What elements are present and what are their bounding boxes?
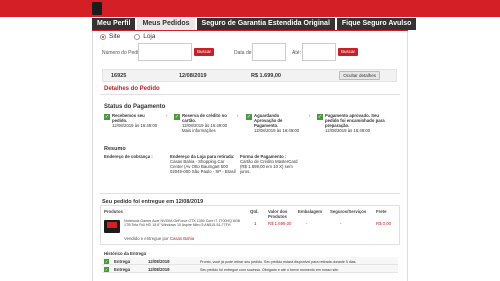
date-to-label: Até: [292, 49, 301, 56]
step-title: Recebemos seu pedido. [112, 113, 145, 123]
date-search-button[interactable]: Buscar [338, 48, 359, 56]
history-row: ✓ Entrega 12/08/2019 Pronto, você já pod… [102, 257, 398, 265]
check-icon: ✓ [104, 114, 110, 120]
product-packaging: - [306, 221, 308, 226]
payment-method: Forma de Pagamento : Cartão de Crédito M… [240, 154, 298, 174]
date-to-input[interactable] [302, 43, 336, 61]
radio-site-dot[interactable] [100, 33, 106, 40]
step-title: Aguardando Aprovação de Pagamento. [254, 113, 283, 128]
col-seguros: Seguros/Serviços [330, 209, 367, 214]
tab-garantia-estendida[interactable]: Seguro de Garantia Estendida Original [196, 18, 335, 30]
product-qty: 1 [254, 221, 257, 226]
history-message: Seu pedido foi entregue com sucesso. Obr… [200, 267, 340, 272]
tab-meu-perfil[interactable]: Meu Perfil [92, 18, 136, 30]
seller-prefix: Vendido e entregue por [124, 236, 169, 241]
radio-loja-label: Loja [143, 33, 156, 40]
more-info-link[interactable]: Mais informações [182, 128, 216, 133]
check-icon: ✓ [174, 114, 180, 120]
payment-status-steps: ✓ Recebemos seu pedido. 12/08/2019 às 16:… [104, 113, 399, 143]
tab-fique-seguro[interactable]: Fique Seguro Avulso [336, 18, 417, 30]
step-title: Reserva de crédito no cartão. [182, 113, 227, 123]
history-status: Entrega [114, 267, 130, 272]
col-embalagem: Embalagem [298, 209, 323, 214]
brand-logo[interactable] [92, 2, 102, 15]
radio-site-label: Site [109, 33, 121, 40]
search-button[interactable]: Buscar [194, 48, 215, 56]
store-address: Endereço da Loja para retirada: Casas Ba… [170, 154, 236, 174]
check-icon: ✓ [104, 258, 109, 264]
hide-details-button[interactable]: Ocultar detalhes [339, 71, 380, 80]
product-value: R$ 1.699,00 [268, 221, 292, 226]
tab-meus-pedidos[interactable]: Meus Pedidos [137, 18, 195, 30]
arrow-right-icon: › [309, 113, 311, 118]
col-valor: Valor dos Produtos [268, 209, 288, 219]
seller-link[interactable]: Casas Bahia [170, 236, 194, 241]
account-tabs: Meu Perfil Meus Pedidos Seguro de Garant… [92, 18, 417, 30]
summary-title: Resumo [104, 146, 126, 152]
product-insurance: - [340, 221, 342, 226]
history-row: ✓ Entrega 12/08/2019 Seu pedido foi entr… [102, 265, 398, 273]
history-date: 12/08/2019 [148, 259, 170, 264]
radio-loja[interactable]: Loja [134, 33, 156, 40]
order-number: 16925 [111, 73, 127, 79]
order-number-input[interactable] [138, 43, 192, 61]
payment-line: juros. [240, 169, 251, 174]
step-time: 12/08/2019 às 16:49:00 [254, 128, 300, 133]
product-thumbnail[interactable] [104, 220, 120, 233]
check-icon: ✓ [317, 114, 323, 120]
seller-info: Vendido e entregue por Casas Bahia [124, 236, 194, 241]
date-from-input[interactable] [252, 43, 286, 61]
step-time: 12/08/2019 às 16:49:00 [112, 123, 158, 128]
step-title: Pagamento aprovado. Seu pedido foi encam… [325, 113, 385, 128]
history-message: Pronto, você já pode retirar seu pedido.… [200, 259, 357, 264]
product-shipping: R$ 0,00 [376, 221, 392, 226]
check-icon: ✓ [246, 114, 252, 120]
check-icon: ✓ [104, 266, 109, 272]
arrow-right-icon: › [166, 113, 168, 118]
arrow-right-icon: › [237, 113, 239, 118]
step-time: 12/08/2019 às 16:49:00 [325, 128, 371, 133]
radio-site[interactable]: Site [100, 33, 120, 40]
col-produtos: Produtos [104, 209, 123, 214]
col-frete: Frete [376, 209, 387, 214]
radio-loja-dot[interactable] [134, 33, 141, 40]
date-from-label: Data de: [234, 49, 253, 56]
order-date: 12/08/2019 [179, 73, 207, 79]
delivery-history-title: Histórico da Entrega [104, 251, 147, 256]
order-summary-row: 16925 12/08/2019 R$ 1.699,00 Ocultar det… [102, 69, 397, 82]
channel-filter: Site Loja [100, 33, 156, 40]
order-details-title: Detalhes do Pedido [104, 86, 160, 92]
order-total: R$ 1.699,00 [251, 73, 281, 79]
history-date: 12/08/2019 [148, 267, 170, 272]
top-header-bar [0, 0, 500, 17]
divider [100, 193, 400, 194]
history-status: Entrega [114, 259, 130, 264]
divider [100, 94, 400, 95]
col-qtd: Qtd. [250, 209, 259, 214]
billing-address-label: Endereço de cobrança : [104, 154, 153, 159]
payment-status-title: Status do Pagamento [104, 104, 166, 110]
store-line: 02049-000 São Paulo - SP - Brasil [170, 169, 236, 174]
product-name[interactable]: Notebook Gamer Acer NVIDIA GeForce GTX 1… [124, 219, 242, 227]
